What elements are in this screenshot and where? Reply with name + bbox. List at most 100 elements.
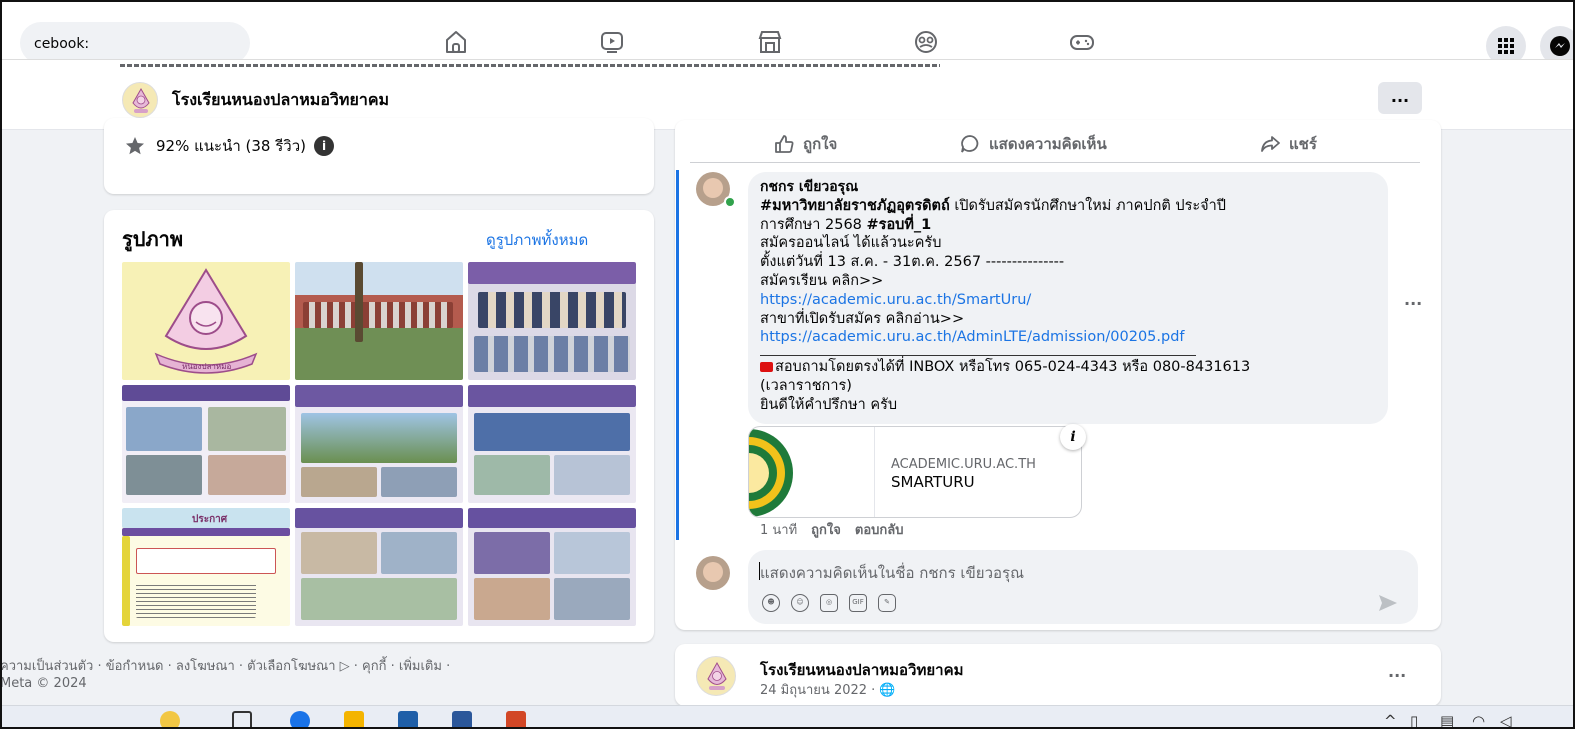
see-all-photos-link[interactable]: ดูรูปภาพทั้งหมด (486, 228, 588, 252)
comment-meta: 1 นาที ถูกใจ ตอบกลับ (760, 519, 903, 540)
groups-icon[interactable] (912, 28, 940, 56)
photos-title: รูปภาพ (122, 227, 184, 251)
photo-tile-building[interactable] (295, 262, 463, 380)
photo-tile-activity[interactable] (122, 385, 290, 503)
comment-line-5: สมัครเรียน คลิก>> (760, 272, 884, 289)
emoji-icon[interactable]: ☺ (791, 594, 809, 612)
share-icon (1259, 133, 1289, 155)
next-post-more-button[interactable]: ... (1388, 662, 1406, 681)
comment-line-3: สมัครออนไลน์ ได้แล้วนะครับ (760, 235, 942, 252)
powerpoint-icon[interactable] (506, 711, 526, 729)
comment-bubble: กชกร เขียวอรุณ #มหาวิทยาลัยราชภัฏอุตรดิต… (748, 172, 1388, 424)
next-post-date[interactable]: 24 มิถุนายน 2022 · 🌐 (760, 679, 896, 700)
task-view-icon[interactable] (232, 711, 252, 729)
photo-tile-group[interactable] (295, 385, 463, 503)
comment-highlight-bar (676, 170, 679, 540)
telephone-icon (760, 362, 773, 373)
comment-like-link[interactable]: ถูกใจ (811, 519, 841, 540)
comment-line-9: ยินดีให้คำปรึกษา ครับ (760, 396, 898, 413)
send-icon[interactable] (1378, 594, 1398, 612)
home-icon[interactable] (442, 28, 470, 56)
page-avatar[interactable] (122, 82, 158, 118)
comment-button[interactable]: แสดงความคิดเห็น (959, 132, 1107, 156)
photo-tile-logo[interactable]: หนองปลาหมอ (122, 262, 290, 380)
info-icon[interactable]: i (314, 136, 334, 156)
search-text: cebook: (34, 36, 90, 52)
comment-line-1: #มหาวิทยาลัยราชภัฏอุตรดิตถ์ เปิดรับสมัคร… (760, 197, 1227, 214)
admission-pdf-link[interactable]: https://academic.uru.ac.th/AdminLTE/admi… (760, 329, 1185, 345)
logo-caption: หนองปลาหมอ (182, 362, 232, 371)
link-preview-thumbnail (749, 427, 875, 517)
rating-row: 92% แนะนำ (38 รีวิว) i (124, 134, 334, 158)
comment-input-placeholder: แสดงความคิดเห็นในชื่อ กชกร เขียวอรุณ (760, 564, 1024, 582)
comment-label: แสดงความคิดเห็น (989, 135, 1107, 153)
store-icon[interactable] (398, 711, 418, 729)
marketplace-icon[interactable] (756, 28, 784, 56)
share-label: แชร์ (1289, 135, 1317, 153)
comment-icon (959, 133, 989, 155)
link-preview-card[interactable]: ACADEMIC.URU.AC.TH SMARTURU (748, 426, 1082, 518)
share-button[interactable]: แชร์ (1259, 132, 1317, 156)
info-badge-icon[interactable]: i (1060, 424, 1086, 450)
comment-separator (760, 355, 1196, 357)
hashtag-uru[interactable]: #มหาวิทยาลัยราชภัฏอุตรดิตถ์ (760, 198, 950, 214)
comment-more-button[interactable]: ... (1404, 290, 1422, 309)
comment-reply-link[interactable]: ตอบกลับ (855, 519, 904, 540)
page-more-button[interactable]: ... (1378, 82, 1422, 114)
browser-icon[interactable] (290, 711, 310, 729)
volume-icon[interactable]: ◁ (1500, 712, 1512, 729)
next-post-avatar[interactable] (696, 656, 736, 696)
my-avatar[interactable] (696, 556, 730, 590)
text-caret (759, 562, 760, 580)
hashtag-round1[interactable]: #รอบที่_1 (867, 217, 932, 233)
globe-icon: 🌐 (879, 683, 896, 698)
comment-tools: ☻ ☺ ◎ GIF ✎ (762, 594, 896, 612)
smarturu-link[interactable]: https://academic.uru.ac.th/SmartUru/ (760, 292, 1031, 308)
copilot-icon[interactable] (160, 711, 180, 729)
rating-text: 92% แนะนำ (38 รีวิว) (156, 137, 306, 155)
post-actions: ถูกใจ แสดงความคิดเห็น แชร์ (675, 126, 1441, 166)
link-preview-title: SMARTURU (891, 473, 975, 491)
wifi-icon[interactable]: ◠ (1472, 712, 1485, 729)
gaming-icon[interactable] (1068, 28, 1096, 56)
like-label: ถูกใจ (803, 135, 838, 153)
camera-icon[interactable]: ◎ (820, 594, 838, 612)
photo-tile-classroom[interactable] (468, 385, 636, 503)
comment-line-8: (เวลาราชการ) (760, 377, 852, 394)
footer-line-2: Meta © 2024 (0, 676, 87, 691)
comment-input-box[interactable]: แสดงความคิดเห็นในชื่อ กชกร เขียวอรุณ ☻ ☺… (748, 550, 1418, 624)
comment-line-6: สาขาที่เปิดรับสมัคร คลิกอ่าน>> (760, 310, 965, 327)
cropped-text-row (120, 60, 940, 70)
chevron-up-icon[interactable]: ^ (1384, 712, 1397, 729)
photo-tile-students[interactable] (295, 508, 463, 626)
like-icon (773, 133, 803, 155)
online-status-dot (724, 196, 736, 208)
top-navigation-bar: cebook: (0, 0, 1575, 66)
photo-tile-ceremony[interactable] (468, 508, 636, 626)
gif-icon[interactable]: GIF (849, 594, 867, 612)
comment-line-4: ตั้งแต่วันที่ 13 ส.ค. - 31ต.ค. 2567 ----… (760, 254, 1065, 271)
sticker-icon[interactable]: ✎ (878, 594, 896, 612)
file-explorer-icon[interactable] (344, 711, 364, 729)
battery-icon[interactable]: ▯ (1410, 712, 1418, 729)
footer-line-1[interactable]: ความเป็นส่วนตัว · ข้อกำหนด · ลงโฆษณา · ต… (0, 658, 660, 675)
search-input[interactable]: cebook: (20, 22, 250, 64)
comment-author[interactable]: กชกร เขียวอรุณ (760, 178, 1376, 197)
photo-tile-meeting[interactable] (468, 262, 636, 380)
link-preview-domain: ACADEMIC.URU.AC.TH (891, 457, 1036, 472)
network-icon[interactable]: ▤ (1440, 712, 1454, 729)
avatar-sticker-icon[interactable]: ☻ (762, 594, 780, 612)
comment-line-7: สอบถามโดยตรงได้ที่ INBOX หรือโทร 065-024… (760, 358, 1376, 377)
windows-taskbar: ^ ▯ ▤ ◠ ◁ (0, 705, 1575, 729)
comment-line-2: การศึกษา 2568 #รอบที่_1 (760, 216, 932, 233)
photo-grid: หนองปลาหมอ ประกาศ (122, 262, 636, 626)
photo-tile-announcement[interactable]: ประกาศ (122, 508, 290, 626)
word-icon[interactable] (452, 711, 472, 729)
star-icon (124, 135, 146, 157)
footer-links: ความเป็นส่วนตัว · ข้อกำหนด · ลงโฆษณา · ต… (0, 658, 660, 692)
actions-divider (690, 162, 1420, 163)
like-button[interactable]: ถูกใจ (773, 132, 837, 156)
comment-time[interactable]: 1 นาที (760, 519, 797, 540)
video-icon[interactable] (598, 28, 626, 56)
page-title[interactable]: โรงเรียนหนองปลาหมอวิทยาคม (172, 88, 389, 113)
